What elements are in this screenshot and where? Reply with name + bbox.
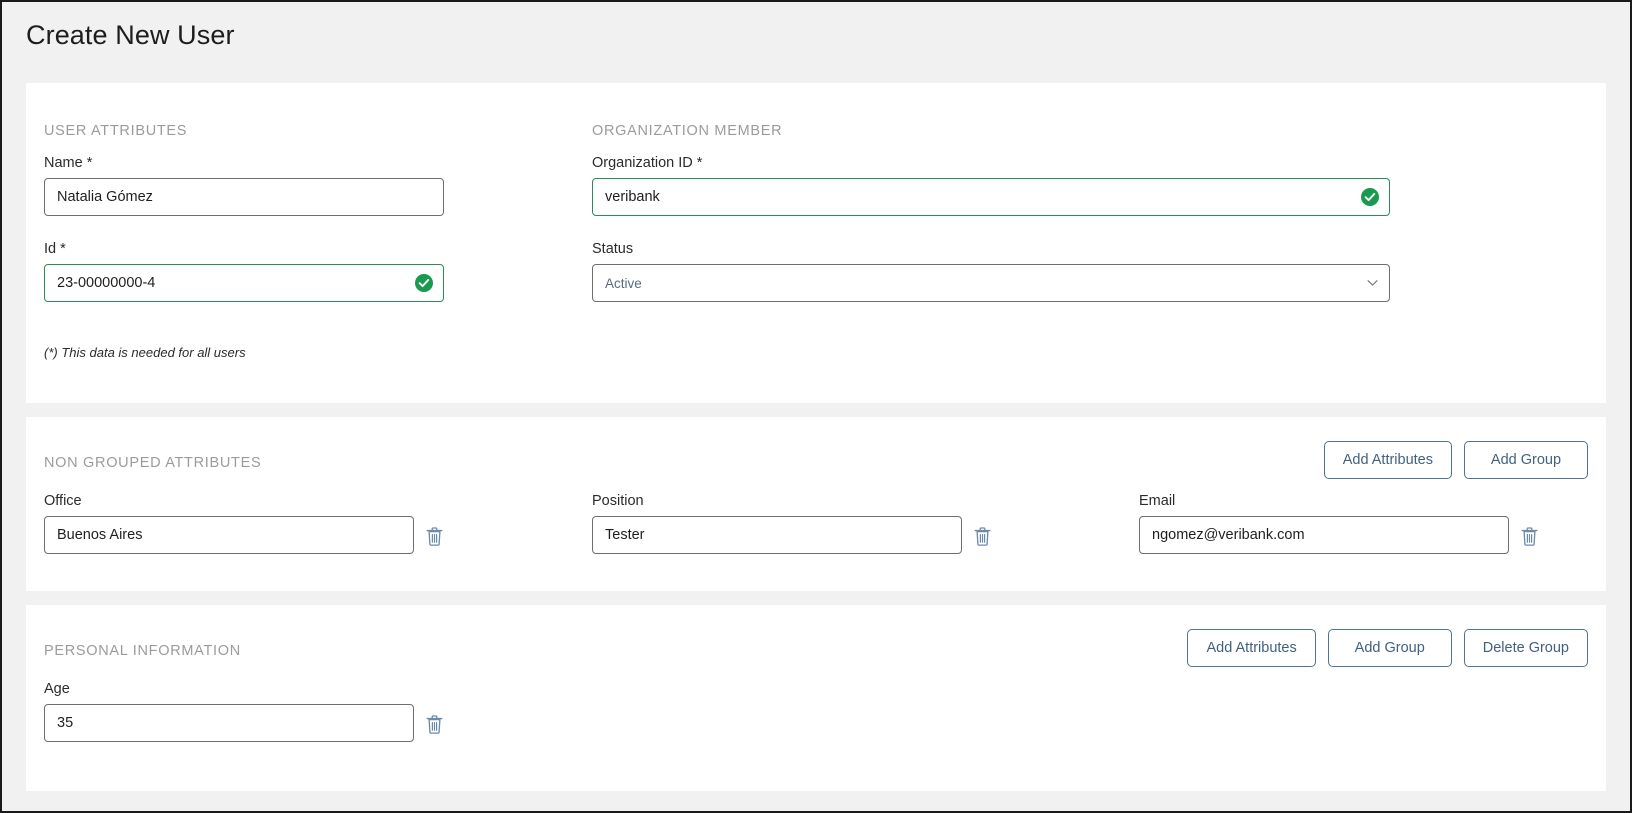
organization-id-input-wrap	[592, 178, 1390, 216]
office-input-wrap	[44, 516, 414, 554]
id-input-wrap	[44, 264, 444, 302]
age-input-wrap	[44, 704, 414, 742]
email-input-wrap	[1139, 516, 1509, 554]
name-label: Name*	[44, 155, 444, 171]
office-input[interactable]	[44, 516, 414, 554]
trash-icon	[974, 534, 991, 549]
organization-id-label: Organization ID*	[592, 155, 1390, 171]
attribute-position-cell: Position	[592, 493, 991, 554]
organization-id-input[interactable]	[592, 178, 1390, 216]
position-input-wrap	[592, 516, 962, 554]
status-select-wrap: Active	[592, 264, 1390, 302]
status-field-group: Status Active	[592, 241, 1390, 302]
id-field-group: Id*	[44, 241, 444, 302]
email-field-group: Email	[1139, 493, 1509, 554]
organization-member-section-label: ORGANIZATION MEMBER	[592, 123, 782, 139]
add-group-button[interactable]: Add Group	[1328, 629, 1452, 667]
name-label-text: Name	[44, 155, 83, 171]
page-title: Create New User	[2, 2, 1630, 51]
office-field-group: Office	[44, 493, 414, 554]
check-circle-icon	[415, 274, 433, 292]
age-input[interactable]	[44, 704, 414, 742]
delete-position-attribute-button[interactable]	[974, 527, 991, 554]
delete-email-attribute-button[interactable]	[1521, 527, 1538, 554]
non-grouped-attributes-card: NON GROUPED ATTRIBUTES Add Attributes Ad…	[26, 417, 1606, 591]
email-label: Email	[1139, 493, 1509, 509]
trash-icon	[426, 534, 443, 549]
delete-group-button[interactable]: Delete Group	[1464, 629, 1588, 667]
attribute-office: Office	[44, 493, 443, 554]
user-attributes-card: USER ATTRIBUTES ORGANIZATION MEMBER Name…	[26, 83, 1606, 403]
non-grouped-button-row: Add Attributes Add Group	[1324, 441, 1588, 479]
id-label-text: Id	[44, 241, 56, 257]
attribute-email: Email	[1139, 493, 1538, 554]
add-attributes-button[interactable]: Add Attributes	[1324, 441, 1452, 479]
id-input[interactable]	[44, 264, 444, 302]
name-input[interactable]	[44, 178, 444, 216]
check-circle-icon	[1361, 188, 1379, 206]
trash-icon	[1521, 534, 1538, 549]
position-input[interactable]	[592, 516, 962, 554]
organization-id-required-marker: *	[697, 155, 703, 171]
status-select[interactable]: Active	[592, 264, 1390, 302]
attribute-office-cell: Office	[44, 493, 443, 554]
office-label: Office	[44, 493, 414, 509]
create-user-page: Create New User USER ATTRIBUTES ORGANIZA…	[0, 0, 1632, 813]
trash-icon	[426, 722, 443, 737]
email-input[interactable]	[1139, 516, 1509, 554]
non-grouped-attributes-section-label: NON GROUPED ATTRIBUTES	[44, 455, 261, 471]
age-label: Age	[44, 681, 414, 697]
id-required-marker: *	[60, 241, 66, 257]
status-label: Status	[592, 241, 1390, 257]
name-required-marker: *	[87, 155, 93, 171]
organization-id-label-text: Organization ID	[592, 155, 693, 171]
attribute-age-cell: Age	[44, 681, 443, 742]
attribute-age: Age	[44, 681, 443, 742]
delete-age-attribute-button[interactable]	[426, 715, 443, 742]
personal-information-card: PERSONAL INFORMATION Add Attributes Add …	[26, 605, 1606, 791]
add-attributes-button[interactable]: Add Attributes	[1187, 629, 1315, 667]
id-label: Id*	[44, 241, 444, 257]
age-field-group: Age	[44, 681, 414, 742]
name-field-group: Name*	[44, 155, 444, 216]
add-group-button[interactable]: Add Group	[1464, 441, 1588, 479]
user-attributes-section-label: USER ATTRIBUTES	[44, 123, 187, 139]
delete-office-attribute-button[interactable]	[426, 527, 443, 554]
personal-information-button-row: Add Attributes Add Group Delete Group	[1187, 629, 1588, 667]
position-label: Position	[592, 493, 962, 509]
name-input-wrap	[44, 178, 444, 216]
attribute-email-cell: Email	[1139, 493, 1538, 554]
attribute-position: Position	[592, 493, 991, 554]
personal-information-section-label: PERSONAL INFORMATION	[44, 643, 241, 659]
organization-id-field-group: Organization ID*	[592, 155, 1390, 216]
required-fields-note: (*) This data is needed for all users	[44, 345, 246, 360]
position-field-group: Position	[592, 493, 962, 554]
